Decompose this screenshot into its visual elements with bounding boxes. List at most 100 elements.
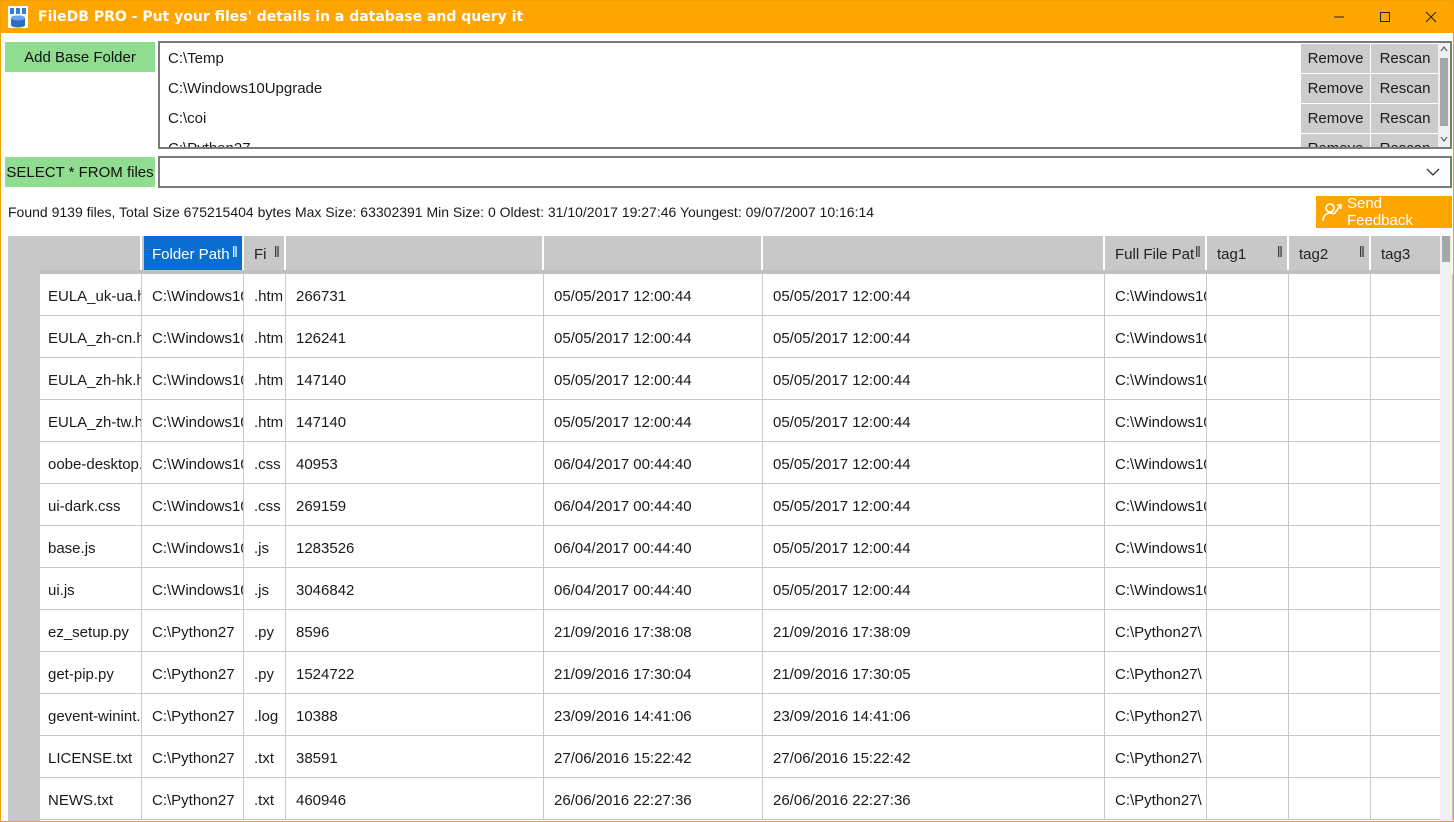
- cell-full-file-path[interactable]: C:\Windows10Upgrade: [1107, 400, 1207, 442]
- cell-modified-date[interactable]: 27/06/2016 15:22:42: [765, 736, 1105, 778]
- cell-file-name[interactable]: ui-dark.css: [40, 484, 142, 526]
- cell-folder-path[interactable]: C:\Windows10Upgrade: [144, 400, 244, 442]
- grid-scrollbar[interactable]: [1440, 236, 1452, 821]
- cell-file-name[interactable]: EULA_zh-tw.htm: [40, 400, 142, 442]
- cell-file-name[interactable]: ez_setup.py: [40, 610, 142, 652]
- cell-file-name[interactable]: EULA_zh-cn.htm: [40, 316, 142, 358]
- scroll-down-icon[interactable]: [1440, 135, 1448, 143]
- cell-tag1[interactable]: [1209, 610, 1289, 652]
- close-button[interactable]: [1408, 1, 1454, 33]
- cell-file-ext[interactable]: .txt: [246, 736, 286, 778]
- cell-tag1[interactable]: [1209, 442, 1289, 484]
- cell-file-name[interactable]: gevent-winint.log: [40, 694, 142, 736]
- cell-created-date[interactable]: 05/05/2017 12:00:44: [546, 358, 763, 400]
- table-row[interactable]: ez_setup.py C:\Python27 .py 8596 21/09/2016 …: [40, 610, 1453, 652]
- cell-full-file-path[interactable]: C:\Windows10Upgrade: [1107, 358, 1207, 400]
- cell-modified-date[interactable]: 05/05/2017 12:00:44: [765, 442, 1105, 484]
- cell-full-file-path[interactable]: C:\Windows10Upgrade: [1107, 568, 1207, 610]
- cell-file-ext[interactable]: .py: [246, 610, 286, 652]
- cell-file-size[interactable]: 266731: [288, 274, 544, 316]
- column-header-tag2[interactable]: tag2 ‖: [1291, 236, 1371, 270]
- table-row[interactable]: EULA_zh-hk.htmC:\Windows10Upgrade.htm147…: [40, 358, 1453, 400]
- cell-file-name[interactable]: base.js: [40, 526, 142, 568]
- cell-created-date[interactable]: 06/04/2017 00:44:40: [546, 442, 763, 484]
- cell-tag1[interactable]: [1209, 358, 1289, 400]
- cell-tag2[interactable]: [1291, 694, 1371, 736]
- cell-modified-date[interactable]: 23/09/2016 14:41:06: [765, 694, 1105, 736]
- column-resize-grip-icon[interactable]: ‖: [1195, 244, 1201, 261]
- table-row[interactable]: ui.jsC:\Windows10Upgrade.js304684206/04/…: [40, 568, 1453, 610]
- table-row[interactable]: LICENSE.txt C:\Python27 .txt 38591 27/06/201…: [40, 736, 1453, 778]
- cell-tag1[interactable]: [1209, 484, 1289, 526]
- cell-tag1[interactable]: [1209, 778, 1289, 820]
- cell-file-ext[interactable]: .log: [246, 694, 286, 736]
- table-row[interactable]: EULA_zh-tw.htmC:\Windows10Upgrade.htm147…: [40, 400, 1453, 442]
- cell-file-size[interactable]: 38591: [288, 736, 544, 778]
- column-header-folder-path[interactable]: Folder Path ‖: [144, 236, 244, 270]
- cell-file-size[interactable]: 40953: [288, 442, 544, 484]
- cell-file-size[interactable]: 126241: [288, 316, 544, 358]
- remove-folder-button[interactable]: Remove: [1301, 74, 1370, 103]
- cell-tag2[interactable]: [1291, 736, 1371, 778]
- cell-tag1[interactable]: [1209, 526, 1289, 568]
- rescan-folder-button[interactable]: Rescan: [1371, 74, 1439, 103]
- table-row[interactable]: get-pip.py C:\Python27 .py 1524722 21/09/201…: [40, 652, 1453, 694]
- column-header-file-ext[interactable]: Fi ‖: [246, 236, 286, 270]
- remove-folder-button[interactable]: Remove: [1301, 44, 1370, 73]
- column-resize-grip-icon[interactable]: ‖: [1359, 244, 1365, 261]
- cell-file-name[interactable]: EULA_uk-ua.htm: [40, 274, 142, 316]
- remove-folder-button[interactable]: Remove: [1301, 104, 1370, 133]
- cell-full-file-path[interactable]: C:\Windows10Upgrade: [1107, 484, 1207, 526]
- cell-folder-path[interactable]: C:\Python27: [144, 652, 244, 694]
- cell-folder-path[interactable]: C:\Windows10Upgrade: [144, 316, 244, 358]
- cell-modified-date[interactable]: 05/05/2017 12:00:44: [765, 358, 1105, 400]
- cell-modified-date[interactable]: 05/05/2017 12:00:44: [765, 484, 1105, 526]
- cell-created-date[interactable]: 05/05/2017 12:00:44: [546, 400, 763, 442]
- rescan-folder-button[interactable]: Rescan: [1371, 134, 1439, 147]
- add-base-folder-button[interactable]: Add Base Folder: [5, 42, 155, 72]
- column-resize-grip-icon[interactable]: ‖: [274, 244, 280, 261]
- cell-full-file-path[interactable]: C:\Python27\: [1107, 694, 1207, 736]
- cell-modified-date[interactable]: 05/05/2017 12:00:44: [765, 526, 1105, 568]
- cell-modified-date[interactable]: 05/05/2017 12:00:44: [765, 400, 1105, 442]
- maximize-button[interactable]: [1362, 1, 1408, 33]
- rescan-folder-button[interactable]: Rescan: [1371, 104, 1439, 133]
- cell-file-ext[interactable]: .txt: [246, 778, 286, 820]
- cell-tag2[interactable]: [1291, 610, 1371, 652]
- cell-created-date[interactable]: 21/09/2016 17:38:08: [546, 610, 763, 652]
- column-header-file-size[interactable]: [288, 236, 544, 270]
- cell-created-date[interactable]: 26/06/2016 22:27:36: [546, 778, 763, 820]
- cell-tag2[interactable]: [1291, 568, 1371, 610]
- cell-file-ext[interactable]: .css: [246, 442, 286, 484]
- scroll-up-icon[interactable]: [1440, 45, 1448, 53]
- cell-tag2[interactable]: [1291, 442, 1371, 484]
- cell-tag1[interactable]: [1209, 736, 1289, 778]
- remove-folder-button[interactable]: Remove: [1301, 134, 1370, 147]
- files-grid[interactable]: Folder Path ‖ Fi ‖ Full File Pat ‖ tag1 ‖ tag2 ‖ t…: [8, 236, 1453, 821]
- table-row[interactable]: oobe-desktop.cssC:\Windows10Upgrade.css4…: [40, 442, 1453, 484]
- cell-file-name[interactable]: get-pip.py: [40, 652, 142, 694]
- cell-file-ext[interactable]: .py: [246, 652, 286, 694]
- cell-modified-date[interactable]: 21/09/2016 17:38:09: [765, 610, 1105, 652]
- cell-tag1[interactable]: [1209, 694, 1289, 736]
- cell-tag2[interactable]: [1291, 526, 1371, 568]
- table-row[interactable]: EULA_uk-ua.htmC:\Windows10Upgrade.htm266…: [40, 274, 1453, 316]
- column-header-tag1[interactable]: tag1 ‖: [1209, 236, 1289, 270]
- cell-created-date[interactable]: 05/05/2017 12:00:44: [546, 274, 763, 316]
- cell-full-file-path[interactable]: C:\Windows10Upgrade: [1107, 316, 1207, 358]
- cell-tag2[interactable]: [1291, 316, 1371, 358]
- cell-file-size[interactable]: 269159: [288, 484, 544, 526]
- cell-tag1[interactable]: [1209, 400, 1289, 442]
- cell-modified-date[interactable]: 21/09/2016 17:30:05: [765, 652, 1105, 694]
- cell-modified-date[interactable]: 05/05/2017 12:00:44: [765, 316, 1105, 358]
- cell-folder-path[interactable]: C:\Windows10Upgrade: [144, 526, 244, 568]
- table-row[interactable]: gevent-winint.logC:\Python27.log1038823/…: [40, 694, 1453, 736]
- cell-tag1[interactable]: [1209, 316, 1289, 358]
- cell-folder-path[interactable]: C:\Windows10Upgrade: [144, 274, 244, 316]
- title-bar[interactable]: FileDB PRO - Put your files' details in …: [1, 1, 1453, 33]
- table-row[interactable]: base.jsC:\Windows10Upgrade.js128352606/0…: [40, 526, 1453, 568]
- cell-file-size[interactable]: 1524722: [288, 652, 544, 694]
- select-query-button[interactable]: SELECT * FROM files: [5, 157, 155, 187]
- cell-full-file-path[interactable]: C:\Python27\: [1107, 652, 1207, 694]
- cell-file-size[interactable]: 3046842: [288, 568, 544, 610]
